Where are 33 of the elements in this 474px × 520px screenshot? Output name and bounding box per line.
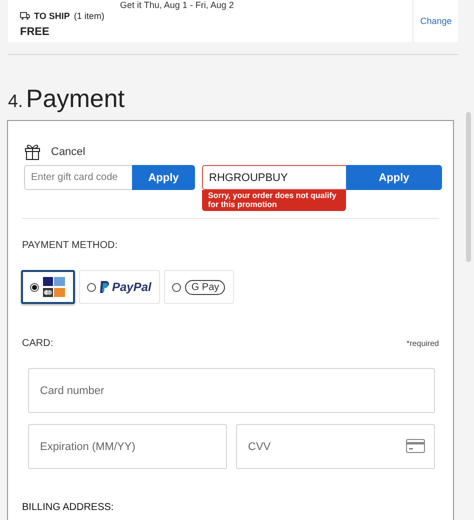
delivery-estimate: Get it Thu, Aug 1 - Fri, Aug 2 [120, 0, 234, 10]
payment-method-label: PAYMENT METHOD: [22, 240, 118, 251]
section-title: Payment [26, 85, 125, 114]
card-logos-drawing [43, 277, 65, 297]
paypal-label: PayPal [112, 280, 152, 294]
payment-method-option[interactable]: G Pay [164, 270, 234, 304]
gift-card-field[interactable]: Enter gift card code [24, 165, 132, 190]
ship-label: TO SHIP [34, 11, 70, 21]
card-number-field[interactable]: Card number [28, 368, 435, 413]
card-label: CARD: [22, 338, 54, 349]
radio-button[interactable] [172, 282, 182, 292]
paypal-logo-icon [100, 281, 109, 293]
radio-button[interactable] [30, 282, 39, 292]
credit-card-icon [406, 439, 425, 453]
radio-button[interactable] [87, 282, 96, 292]
gift-icon [24, 143, 41, 160]
payment-method-option[interactable]: PayPal [79, 270, 160, 304]
apply-button[interactable]: Apply [346, 165, 442, 190]
cvv-field[interactable]: CVV [236, 424, 435, 469]
expiration-field[interactable]: Expiration (MM/YY) [28, 424, 227, 469]
required-note: *required [406, 339, 439, 348]
shipping-price: FREE [20, 26, 50, 38]
truck-icon [20, 12, 30, 20]
item-count: (1 item) [74, 11, 104, 21]
payment-method-option[interactable] [21, 270, 75, 304]
error-message: Sorry, your order does not qualify for this promotion [202, 190, 346, 211]
cancel-link[interactable]: Cancel [51, 146, 86, 158]
apply-button[interactable]: Apply [132, 165, 195, 190]
gpay-label: G Pay [185, 280, 226, 294]
promo-code-field[interactable]: RHGROUPBUY [202, 165, 346, 190]
billing-address-label: BILLING ADDRESS: [22, 502, 114, 513]
change-link[interactable]: Change [420, 16, 452, 26]
section-number: 4. [8, 91, 24, 112]
